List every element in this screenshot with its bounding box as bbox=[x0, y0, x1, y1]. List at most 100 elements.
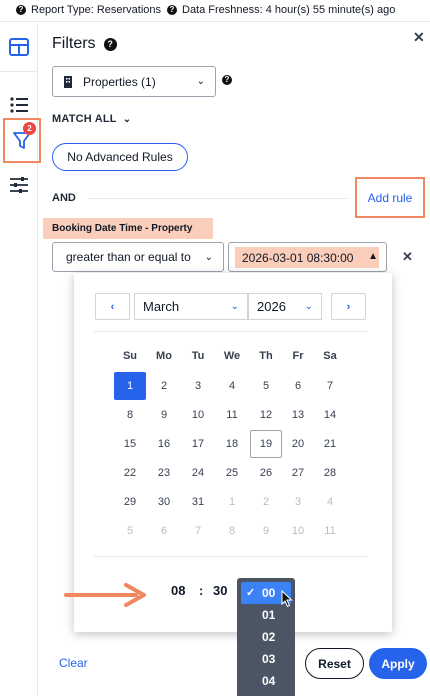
help-icon[interactable]: ? bbox=[222, 75, 232, 85]
calendar-day[interactable]: 17 bbox=[182, 430, 214, 458]
calendar-day[interactable]: 16 bbox=[148, 430, 180, 458]
help-icon[interactable]: ? bbox=[103, 37, 117, 51]
calendar-day[interactable]: 1 bbox=[114, 372, 146, 400]
month-select[interactable]: March ⌄ bbox=[134, 293, 248, 320]
calendar-day[interactable]: 2 bbox=[250, 488, 282, 516]
chevron-down-icon: ⌄ bbox=[196, 76, 205, 87]
add-rule-label: Add rule bbox=[367, 190, 413, 205]
calendar-day[interactable]: 8 bbox=[114, 401, 146, 429]
calendar-day[interactable]: 8 bbox=[216, 517, 248, 545]
calendar-day[interactable]: 15 bbox=[114, 430, 146, 458]
calendar-day[interactable]: 23 bbox=[148, 459, 180, 487]
info-bar: ? Report Type: Reservations ? Data Fresh… bbox=[0, 0, 430, 22]
minute-option-label: 00 bbox=[262, 586, 276, 600]
divider bbox=[94, 331, 367, 332]
properties-select-label: Properties (1) bbox=[83, 74, 156, 89]
minute-select[interactable]: 30 bbox=[213, 583, 227, 598]
calendar-day[interactable]: 14 bbox=[314, 401, 346, 429]
calendar-day[interactable]: 13 bbox=[282, 401, 314, 429]
calendar-day[interactable]: 5 bbox=[250, 372, 282, 400]
add-rule-link[interactable]: Add rule bbox=[355, 177, 425, 218]
calendar-day[interactable]: 3 bbox=[182, 372, 214, 400]
calendar-day[interactable]: 11 bbox=[314, 517, 346, 545]
rule-field-label: Booking Date Time - Property bbox=[43, 218, 213, 239]
year-value: 2026 bbox=[257, 299, 286, 314]
weekday-label: Mo bbox=[156, 350, 172, 362]
calendar-day[interactable]: 4 bbox=[216, 372, 248, 400]
minute-option[interactable]: 02 bbox=[237, 626, 295, 648]
reset-button[interactable]: Reset bbox=[305, 648, 364, 679]
checkmark-icon: ✓ bbox=[246, 587, 256, 599]
calendar-day[interactable]: 9 bbox=[250, 517, 282, 545]
year-select[interactable]: 2026 ⌄ bbox=[248, 293, 322, 320]
calendar-day[interactable]: 21 bbox=[314, 430, 346, 458]
operator-select[interactable]: greater than or equal to ⌄ bbox=[52, 242, 224, 272]
sliders-icon bbox=[10, 177, 28, 193]
grid-view-button[interactable] bbox=[0, 29, 38, 65]
calendar-day[interactable]: 5 bbox=[114, 517, 146, 545]
properties-select[interactable]: Properties (1) ⌄ bbox=[52, 66, 216, 97]
calendar-day[interactable]: 30 bbox=[148, 488, 180, 516]
clear-link[interactable]: Clear bbox=[59, 656, 88, 670]
hour-select[interactable]: 08 bbox=[171, 583, 185, 598]
calendar-day[interactable]: 31 bbox=[182, 488, 214, 516]
settings-button[interactable] bbox=[0, 167, 38, 203]
remove-rule-icon[interactable]: ✕ bbox=[402, 249, 413, 265]
calendar-day[interactable]: 7 bbox=[182, 517, 214, 545]
calendar-day[interactable]: 6 bbox=[282, 372, 314, 400]
calendar-day[interactable]: 7 bbox=[314, 372, 346, 400]
calendar-day[interactable]: 20 bbox=[282, 430, 314, 458]
minute-option[interactable]: 03 bbox=[237, 648, 295, 670]
filters-button[interactable]: 2 bbox=[3, 118, 41, 163]
left-rail: 2 bbox=[0, 23, 41, 696]
mouse-cursor-icon bbox=[281, 590, 293, 608]
minute-option-label: 04 bbox=[262, 674, 276, 688]
calendar-day[interactable]: 4 bbox=[314, 488, 346, 516]
calendar-day[interactable]: 27 bbox=[282, 459, 314, 487]
advanced-rules-button[interactable]: No Advanced Rules bbox=[52, 143, 188, 171]
match-all-toggle[interactable]: MATCH ALL ⌄ bbox=[52, 113, 131, 125]
date-picker-popup: ‹ March ⌄ 2026 ⌄ › Su Mo Tu We Th Fr Sa 123456… bbox=[74, 273, 392, 632]
prev-month-button[interactable]: ‹ bbox=[95, 293, 130, 320]
calendar-day[interactable]: 3 bbox=[282, 488, 314, 516]
calendar-day[interactable]: 6 bbox=[148, 517, 180, 545]
weekday-label: Th bbox=[259, 350, 273, 362]
data-freshness-info: ? Data Freshness: 4 hour(s) 55 minute(s)… bbox=[167, 4, 395, 16]
apply-button[interactable]: Apply bbox=[369, 648, 427, 679]
weekday-label: Su bbox=[122, 350, 138, 362]
calendar-day[interactable]: 29 bbox=[114, 488, 146, 516]
month-value: March bbox=[143, 299, 180, 314]
calendar-day[interactable]: 19 bbox=[250, 430, 282, 458]
operator-value: greater than or equal to bbox=[66, 250, 191, 264]
weekday-label: Fr bbox=[292, 350, 304, 362]
question-icon[interactable]: ? bbox=[167, 5, 177, 15]
calendar-day[interactable]: 1 bbox=[216, 488, 248, 516]
chevron-up-icon: ▲ bbox=[368, 251, 378, 262]
weekday-label: Sa bbox=[323, 350, 337, 362]
minute-option[interactable]: 04 bbox=[237, 670, 295, 692]
report-type-text: Report Type: Reservations bbox=[31, 4, 162, 16]
calendar-day[interactable]: 10 bbox=[282, 517, 314, 545]
list-icon bbox=[10, 97, 28, 113]
calendar-day[interactable]: 24 bbox=[182, 459, 214, 487]
question-icon[interactable]: ? bbox=[16, 5, 26, 15]
chevron-down-icon: ⌄ bbox=[230, 301, 239, 312]
chevron-left-icon: ‹ bbox=[110, 300, 115, 313]
calendar-day[interactable]: 9 bbox=[148, 401, 180, 429]
filter-count-badge: 2 bbox=[23, 122, 36, 135]
calendar-day[interactable]: 28 bbox=[314, 459, 346, 487]
calendar-day[interactable]: 25 bbox=[216, 459, 248, 487]
minute-option-label: 01 bbox=[262, 608, 276, 622]
calendar-day[interactable]: 2 bbox=[148, 372, 180, 400]
filters-heading: Filters ? bbox=[52, 35, 117, 53]
calendar-day[interactable]: 11 bbox=[216, 401, 248, 429]
calendar-day[interactable]: 10 bbox=[182, 401, 214, 429]
calendar-day[interactable]: 26 bbox=[250, 459, 282, 487]
calendar-day[interactable]: 12 bbox=[250, 401, 282, 429]
divider bbox=[94, 556, 367, 557]
calendar-day[interactable]: 18 bbox=[216, 430, 248, 458]
calendar-day[interactable]: 22 bbox=[114, 459, 146, 487]
date-value-input[interactable]: 2026-03-01 08:30:00 ▲ bbox=[228, 242, 387, 272]
close-icon[interactable]: ✕ bbox=[413, 29, 425, 46]
next-month-button[interactable]: › bbox=[331, 293, 366, 320]
